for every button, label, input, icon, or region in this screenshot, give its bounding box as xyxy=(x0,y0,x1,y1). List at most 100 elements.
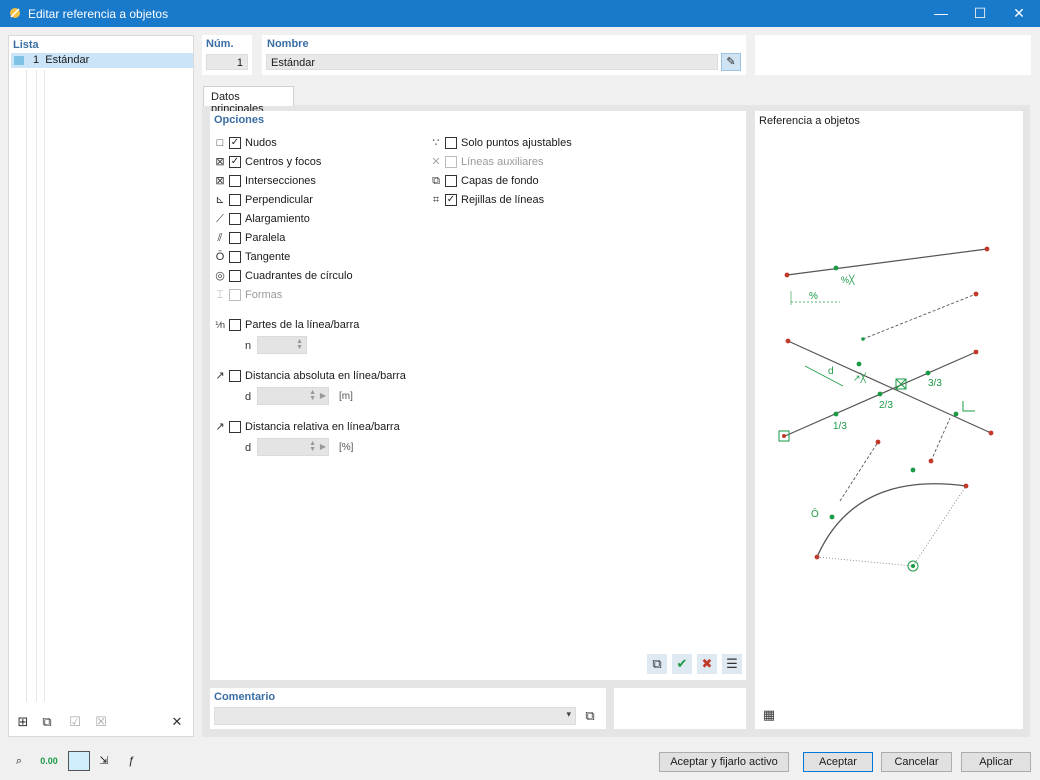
info-panel xyxy=(755,35,1031,75)
option-icon: ⊠ xyxy=(215,156,225,168)
copy-item-icon[interactable]: ⧉ xyxy=(37,712,57,732)
option-label: Capas de fondo xyxy=(461,175,539,187)
option-icon: ⫽ xyxy=(217,232,223,244)
help-icon[interactable]: ⌕ xyxy=(8,751,30,771)
option-label: Perpendicular xyxy=(245,194,313,206)
d-abs-stepper[interactable]: ▲ ▼ ▶ xyxy=(257,387,329,405)
option-checkbox[interactable] xyxy=(229,289,241,301)
option-checkbox[interactable] xyxy=(445,175,457,187)
cancel-button[interactable]: Cancelar xyxy=(881,752,952,772)
comment-library-icon[interactable]: ⧉ xyxy=(580,706,600,726)
option-row[interactable]: ⌗ ✓ Rejillas de líneas xyxy=(429,193,629,209)
option-icon: Ō xyxy=(215,251,225,263)
line-parts-icon: ⅟n xyxy=(214,320,226,330)
relative-distance-icon: ↗ xyxy=(215,421,225,433)
select-icon[interactable]: ⇲ xyxy=(93,751,115,771)
name-label: Nombre xyxy=(267,38,309,50)
option-checkbox[interactable] xyxy=(229,213,241,225)
stepper-arrows-icon: ▲ ▼ xyxy=(309,389,316,402)
option-checkbox[interactable]: ✓ xyxy=(229,156,241,168)
uncheck-all-options-icon[interactable]: ✖ xyxy=(697,654,717,674)
absolute-label: Distancia absoluta en línea/barra xyxy=(245,370,406,382)
option-icon: ✕ xyxy=(431,156,441,168)
crossing-lines: d ↗╳ 1/3 2/3 3/3 xyxy=(778,291,994,442)
color-swatch xyxy=(14,56,24,65)
n-stepper[interactable]: ▲ ▼ xyxy=(257,336,307,354)
apply-button[interactable]: Aplicar xyxy=(961,752,1031,772)
option-row[interactable]: ◎ Cuadrantes de círculo xyxy=(213,269,413,285)
tangent-icon: Ō xyxy=(811,508,819,520)
chevron-down-icon[interactable]: ▾ xyxy=(566,709,571,720)
accept-button[interactable]: Aceptar xyxy=(803,752,873,772)
delete-icon[interactable]: ✕ xyxy=(167,712,187,732)
option-checkbox[interactable]: ✓ xyxy=(445,194,457,206)
d-rel-stepper[interactable]: ▲ ▼ ▶ xyxy=(257,438,329,456)
option-label: Líneas auxiliares xyxy=(461,156,544,168)
option-row[interactable]: ⟋ Alargamiento xyxy=(213,212,413,228)
check-all-options-icon[interactable]: ✔ xyxy=(672,654,692,674)
function-icon[interactable]: ƒ xyxy=(120,751,142,771)
close-button[interactable]: ✕ xyxy=(996,0,1040,27)
comment-label: Comentario xyxy=(214,691,276,703)
third-3-label: 3/3 xyxy=(928,378,942,389)
check-all-icon[interactable]: ☑ xyxy=(65,712,85,732)
option-label: Formas xyxy=(245,289,283,301)
option-row[interactable]: ⫽ Paralela xyxy=(213,231,413,247)
absolute-option[interactable]: ↗ Distancia absoluta en línea/barra xyxy=(213,369,513,385)
option-checkbox[interactable] xyxy=(445,156,457,168)
option-row[interactable]: ⊾ Perpendicular xyxy=(213,193,413,209)
relative-checkbox[interactable] xyxy=(229,421,241,433)
d-rel-unit: [%] xyxy=(339,442,354,453)
view-settings-icon[interactable]: ▦ xyxy=(759,705,779,725)
snap-illustration: % %╳ d ↗╳ 1/3 2/3 3/3 Ō xyxy=(778,246,994,572)
option-checkbox[interactable] xyxy=(229,232,241,244)
option-label: Cuadrantes de círculo xyxy=(245,270,353,282)
option-row[interactable]: ⌶ Formas xyxy=(213,288,413,304)
option-row[interactable]: ⊠ Intersecciones xyxy=(213,174,413,190)
units-icon[interactable]: 0.00 xyxy=(38,751,60,771)
option-icon: ⧉ xyxy=(432,175,440,187)
uncheck-all-icon[interactable]: ☒ xyxy=(91,712,111,732)
third-1-label: 1/3 xyxy=(833,421,847,432)
tab-datos-principales[interactable]: Datos principales xyxy=(203,86,294,115)
option-row[interactable]: ⧉ Capas de fondo xyxy=(429,174,629,190)
percent-icon: %╳ xyxy=(841,274,855,286)
option-checkbox[interactable] xyxy=(229,251,241,263)
option-row[interactable]: ⊠ ✓ Centros y focos xyxy=(213,155,413,171)
option-row[interactable]: □ ✓ Nudos xyxy=(213,136,413,152)
num-label: Núm. xyxy=(206,38,234,50)
options-header: Opciones xyxy=(214,114,265,126)
list-item[interactable]: 1 Estándar xyxy=(11,53,193,68)
edit-name-icon[interactable]: ✎ xyxy=(721,53,741,71)
option-checkbox[interactable] xyxy=(229,194,241,206)
list-item-name: Estándar xyxy=(45,54,90,66)
stepper-arrows-icon: ▲ ▼ xyxy=(309,440,316,453)
option-checkbox[interactable] xyxy=(229,270,241,282)
line-top: % %╳ xyxy=(784,246,990,305)
absolute-checkbox[interactable] xyxy=(229,370,241,382)
option-checkbox[interactable]: ✓ xyxy=(229,137,241,149)
relative-label: Distancia relativa en línea/barra xyxy=(245,421,400,433)
option-row[interactable]: ✕ Líneas auxiliares xyxy=(429,155,629,171)
parts-option[interactable]: ⅟n Partes de la línea/barra xyxy=(213,318,513,334)
color-icon[interactable] xyxy=(68,751,90,771)
play-arrow-icon: ▶ xyxy=(319,391,326,400)
toggle-options-icon[interactable]: ☰ xyxy=(722,654,742,674)
new-item-icon[interactable]: ⊞ xyxy=(13,712,33,732)
list-header: Lista xyxy=(13,39,39,51)
option-row[interactable]: ∵ Solo puntos ajustables xyxy=(429,136,629,152)
copy-settings-icon[interactable]: ⧉ xyxy=(647,654,667,674)
option-icon: ⌶ xyxy=(216,289,224,301)
d-abs-param-label: d xyxy=(245,391,252,403)
parts-checkbox[interactable] xyxy=(229,319,241,331)
comment-field[interactable]: ▾ xyxy=(214,707,576,725)
option-checkbox[interactable] xyxy=(229,175,241,187)
option-row[interactable]: Ō Tangente xyxy=(213,250,413,266)
option-checkbox[interactable] xyxy=(445,137,457,149)
option-label: Alargamiento xyxy=(245,213,310,225)
num-field[interactable]: 1 xyxy=(206,54,248,70)
relative-option[interactable]: ↗ Distancia relativa en línea/barra xyxy=(213,420,513,436)
option-label: Paralela xyxy=(245,232,286,244)
name-field[interactable]: Estándar xyxy=(266,54,718,70)
accept-active-button[interactable]: Aceptar y fijarlo activo xyxy=(659,752,789,772)
